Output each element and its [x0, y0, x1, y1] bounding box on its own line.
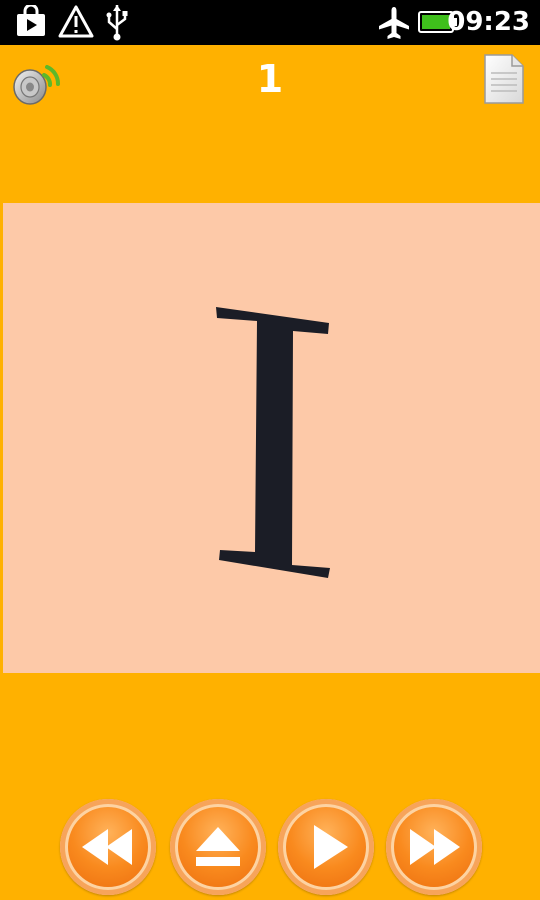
play-icon [314, 825, 348, 869]
play-button[interactable] [278, 799, 374, 895]
status-time: 09:23 [447, 7, 530, 37]
eject-button[interactable] [170, 799, 266, 895]
rewind-icon [82, 829, 132, 865]
warning-icon [58, 5, 94, 38]
airplane-icon [379, 7, 409, 39]
fast-forward-icon [410, 829, 460, 865]
header: 1 [0, 45, 540, 117]
rewind-button[interactable] [60, 799, 156, 895]
document-icon[interactable] [482, 53, 526, 105]
status-bar: 09:23 [0, 0, 540, 45]
bag-icon [17, 5, 45, 36]
letter-card[interactable]: I [3, 203, 540, 673]
letter-graphic: I [216, 307, 330, 578]
eject-icon [196, 827, 240, 866]
usb-icon [106, 5, 128, 41]
playback-controls [0, 795, 540, 900]
page-number: 1 [256, 57, 284, 101]
fast-forward-button[interactable] [386, 799, 482, 895]
